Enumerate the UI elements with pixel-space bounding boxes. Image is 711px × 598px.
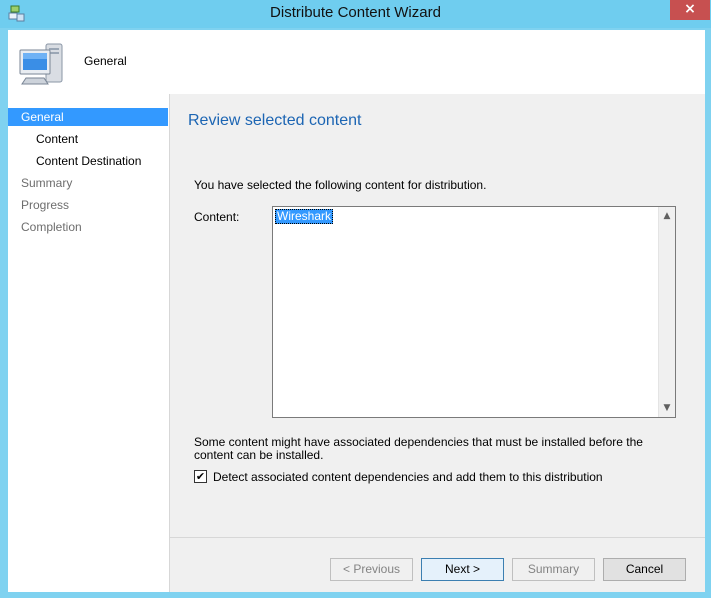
close-button[interactable]: ×	[670, 0, 710, 20]
footer-divider	[170, 537, 705, 538]
sidebar-item-progress: Progress	[8, 196, 168, 214]
header-title: General	[84, 54, 127, 68]
scroll-up-icon[interactable]: ▲	[659, 208, 675, 224]
sidebar-item-general[interactable]: General	[8, 108, 168, 126]
page-title: Review selected content	[188, 112, 362, 129]
cancel-button[interactable]: Cancel	[603, 558, 686, 581]
sidebar-item-label: Content Destination	[36, 154, 142, 168]
intro-text: You have selected the following content …	[194, 178, 487, 192]
content-label: Content:	[194, 210, 240, 224]
wizard-header: General	[8, 30, 705, 94]
checkmark-icon: ✔	[195, 470, 206, 483]
sidebar-item-completion: Completion	[8, 218, 168, 236]
scroll-down-icon[interactable]: ▼	[659, 400, 675, 416]
sidebar-item-label: Content	[36, 132, 79, 146]
close-icon: ×	[684, 1, 696, 17]
sidebar-item-content-destination[interactable]: Content Destination	[8, 152, 168, 170]
content-listbox[interactable]: Wireshark ▲ ▼	[272, 206, 676, 418]
sidebar-item-label: Summary	[21, 176, 73, 190]
detect-dependencies-checkbox[interactable]: ✔	[194, 470, 207, 483]
wizard-sidebar: General Content Content Destination Summ…	[8, 94, 170, 592]
summary-button[interactable]: Summary	[512, 558, 595, 581]
sidebar-item-summary: Summary	[8, 174, 168, 192]
sidebar-item-label: Completion	[21, 220, 82, 234]
sidebar-item-label: Progress	[21, 198, 70, 212]
window-title: Distribute Content Wizard	[270, 4, 441, 21]
wizard-client: General General Content Content Destinat…	[8, 30, 705, 592]
computer-icon	[19, 43, 63, 85]
previous-button[interactable]: < Previous	[330, 558, 413, 581]
wizard-window: Distribute Content Wizard × General Gene…	[0, 0, 711, 598]
sidebar-item-content[interactable]: Content	[8, 130, 168, 148]
list-item[interactable]: Wireshark	[275, 209, 334, 224]
sidebar-item-label: General	[21, 110, 64, 124]
title-bar[interactable]: Distribute Content Wizard ×	[0, 0, 711, 28]
dependency-text: Some content might have associated depen…	[194, 435, 643, 462]
next-button[interactable]: Next >	[421, 558, 504, 581]
detect-dependencies-label[interactable]: Detect associated content dependencies a…	[213, 470, 603, 484]
listbox-scrollbar[interactable]: ▲ ▼	[658, 207, 675, 417]
